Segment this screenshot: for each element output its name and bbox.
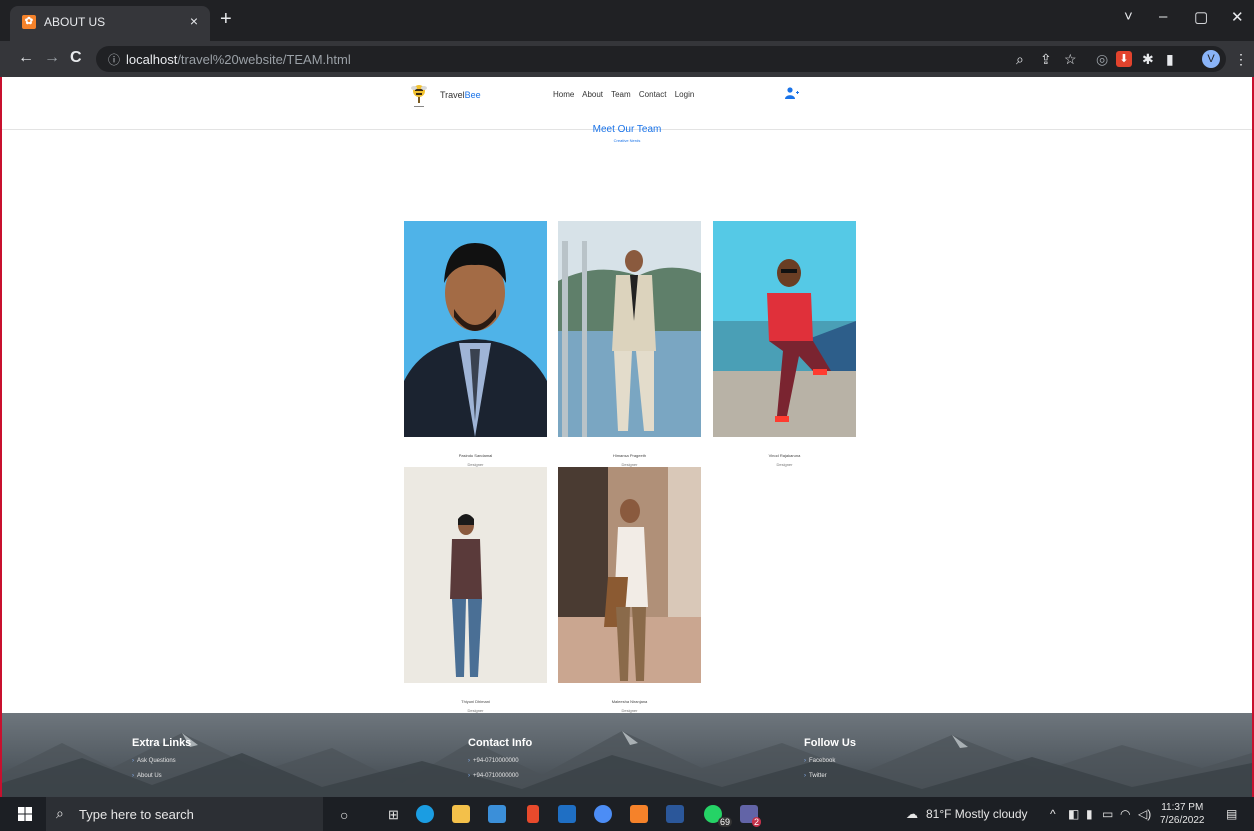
footer-heading: Follow Us (804, 737, 856, 749)
footer-heading: Extra Links (132, 737, 192, 749)
team-member-photo (558, 467, 701, 683)
menu-kebab-icon[interactable]: ⋮ (1234, 52, 1248, 66)
footer-link-twitter[interactable]: Twitter (804, 773, 856, 779)
xampp-favicon-icon: ✿ (22, 15, 36, 29)
download-extension-icon[interactable]: ⬇ (1116, 51, 1132, 67)
phone-number[interactable]: +94-0710000000 (468, 758, 532, 764)
footer-heading: Contact Info (468, 737, 533, 749)
travelbee-logo-icon[interactable] (410, 83, 428, 109)
member-name: Pasindu Sandamal (458, 453, 493, 458)
mail-icon[interactable] (488, 805, 506, 823)
word-icon[interactable] (666, 805, 684, 823)
member-name: Vinod Rajakaruna (768, 453, 801, 458)
web-page: TravelBee Home About Team Contact Login … (2, 77, 1252, 797)
tray-chevron-icon[interactable]: ^ (1050, 807, 1056, 821)
meet-icon[interactable]: ◧ (1068, 807, 1079, 821)
weather-icon[interactable]: ☁ (906, 807, 918, 821)
bookmark-star-icon[interactable]: ☆ (1064, 52, 1077, 66)
team-title: Meet Our Team (592, 124, 662, 135)
outlook-icon[interactable] (558, 805, 576, 823)
notification-icon[interactable]: ▤ (1226, 807, 1237, 821)
team-member-photo (404, 221, 547, 437)
volume-icon[interactable]: ◁) (1138, 807, 1151, 821)
reload-button[interactable]: C (70, 49, 82, 67)
share-icon[interactable]: ⇪ (1040, 52, 1052, 66)
url-text[interactable]: localhost/travel%20website/TEAM.html (126, 52, 351, 67)
extensions-puzzle-icon[interactable]: ✱ (1142, 52, 1154, 66)
url-path: /travel%20website/TEAM.html (177, 52, 351, 67)
edge-icon[interactable] (416, 805, 434, 823)
brand-prefix: Travel (440, 90, 465, 100)
tab-strip: ✿ ABOUT US × + ˅ – ▢ ✕ (0, 0, 1254, 41)
chrome-icon[interactable] (594, 805, 612, 823)
footer-extra-links: Extra Links Ask Questions About Us (132, 737, 191, 779)
wifi-icon[interactable]: ◠ (1120, 807, 1130, 821)
brand-suffix: Bee (464, 90, 481, 100)
minimize-button[interactable]: – (1159, 8, 1167, 25)
nav-team[interactable]: Team (611, 90, 631, 99)
member-role: Designer (776, 462, 793, 467)
tab-close-icon[interactable]: × (190, 13, 198, 29)
footer-link-facebook[interactable]: Facebook (804, 758, 856, 764)
brand-name[interactable]: TravelBee (440, 90, 481, 100)
windows-taskbar: ⌕ Type here to search ○ ⊞ 69 2 ☁ 81°F Mo… (0, 797, 1254, 831)
site-header: TravelBee Home About Team Contact Login (2, 77, 1252, 130)
site-info-icon[interactable]: ⓘ (108, 51, 120, 68)
nav-contact[interactable]: Contact (639, 90, 667, 99)
address-bar[interactable]: ⓘ localhost/travel%20website/TEAM.html (96, 46, 1226, 72)
task-view-icon[interactable]: ⊞ (388, 807, 399, 823)
clock-date: 7/26/2022 (1160, 815, 1205, 826)
footer-link[interactable]: Ask Questions (132, 758, 191, 764)
windows-start-icon[interactable] (18, 807, 32, 821)
extension-circle-icon[interactable]: ◎ (1096, 52, 1108, 66)
whatsapp-badge: 69 (718, 817, 733, 827)
footer-follow-us: Follow Us Facebook Twitter (804, 737, 856, 779)
zoom-icon[interactable]: ⌕ (1016, 52, 1024, 66)
team-member-photo (713, 221, 856, 437)
close-window-button[interactable]: ✕ (1231, 8, 1244, 26)
team-subtitle: Creative Nerds (613, 138, 641, 143)
back-button[interactable]: ← (18, 49, 34, 67)
nav-home[interactable]: Home (553, 90, 574, 99)
battery-icon[interactable]: ▭ (1102, 807, 1113, 821)
forward-button[interactable]: → (44, 49, 60, 67)
teams-badge: 2 (752, 817, 762, 827)
url-host: localhost (126, 52, 178, 67)
file-explorer-icon[interactable] (452, 805, 470, 823)
member-name: Thiyuni Dhimani (461, 699, 490, 704)
maximize-button[interactable]: ▢ (1194, 8, 1208, 26)
profile-avatar-icon[interactable]: V (1202, 50, 1220, 68)
office-icon[interactable] (527, 805, 539, 823)
tab-title: ABOUT US (44, 15, 106, 29)
weather-text[interactable]: 81°F Mostly cloudy (926, 807, 1028, 821)
search-icon: ⌕ (56, 805, 64, 821)
add-user-icon[interactable] (785, 87, 799, 99)
taskbar-clock[interactable]: 11:37 PM 7/26/2022 (1160, 801, 1205, 827)
browser-toolbar: ← → C ⓘ localhost/travel%20website/TEAM.… (0, 41, 1254, 77)
footer-link[interactable]: About Us (132, 773, 191, 779)
tab-search-icon[interactable]: ˅ (1124, 8, 1133, 25)
member-name: Maleesha Niranjana (611, 699, 648, 704)
microphone-icon[interactable]: ▮ (1086, 807, 1093, 821)
site-footer: Extra Links Ask Questions About Us Conta… (2, 713, 1252, 797)
cortana-icon[interactable]: ○ (340, 807, 348, 823)
xampp-icon[interactable] (630, 805, 648, 823)
new-tab-button[interactable]: + (220, 9, 232, 29)
clock-time: 11:37 PM (1161, 802, 1204, 813)
search-placeholder: Type here to search (79, 807, 194, 822)
side-panel-icon[interactable]: ▮ (1166, 52, 1174, 66)
team-member-photo (558, 221, 701, 437)
footer-contact-info: Contact Info +94-0710000000 +94-07100000… (468, 737, 532, 779)
nav-about[interactable]: About (582, 90, 603, 99)
browser-tab[interactable]: ✿ ABOUT US × (10, 6, 210, 41)
nav-login[interactable]: Login (675, 90, 695, 99)
phone-number[interactable]: +94-0710000000 (468, 773, 532, 779)
taskbar-search-box[interactable]: ⌕ Type here to search (46, 797, 323, 831)
main-nav: Home About Team Contact Login (553, 90, 700, 99)
member-name: Himansa Prageeth (612, 453, 647, 458)
team-member-photo (404, 467, 547, 683)
